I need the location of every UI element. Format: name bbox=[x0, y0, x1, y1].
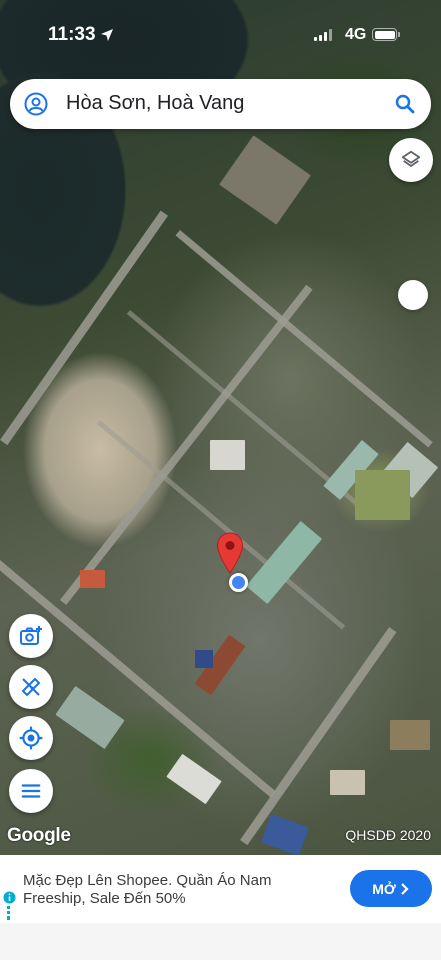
status-bar: 11:33 4G bbox=[0, 0, 441, 70]
search-icon[interactable] bbox=[393, 92, 417, 116]
menu-button[interactable] bbox=[9, 769, 53, 813]
account-icon[interactable] bbox=[24, 92, 48, 116]
bottom-panel bbox=[0, 923, 441, 960]
measure-button[interactable] bbox=[9, 665, 53, 709]
map-attribution: QHSDĐ 2020 bbox=[345, 827, 431, 843]
ad-info-icon[interactable] bbox=[3, 891, 16, 904]
my-location-button[interactable] bbox=[9, 716, 53, 760]
ad-open-button[interactable]: MỞ bbox=[350, 870, 432, 907]
my-location-icon bbox=[19, 726, 43, 750]
current-location-dot bbox=[229, 573, 248, 592]
layers-icon bbox=[401, 150, 421, 167]
ad-text[interactable]: Mặc Đẹp Lên Shopee. Quần Áo Nam Freeship… bbox=[23, 872, 323, 908]
ad-adchoices-marker bbox=[7, 906, 10, 920]
compass-button[interactable] bbox=[398, 280, 428, 310]
ad-banner[interactable]: Mặc Đẹp Lên Shopee. Quần Áo Nam Freeship… bbox=[0, 855, 441, 923]
status-time: 11:33 bbox=[48, 24, 96, 45]
camera-button[interactable] bbox=[9, 614, 53, 658]
search-bar[interactable]: Hòa Sơn, Hoà Vang bbox=[10, 79, 431, 129]
search-query[interactable]: Hòa Sơn, Hoà Vang bbox=[66, 92, 244, 115]
ruler-pencil-icon bbox=[21, 677, 41, 697]
camera-plus-icon bbox=[20, 626, 42, 645]
chevron-right-icon bbox=[401, 882, 409, 895]
google-logo: Google bbox=[7, 825, 71, 846]
signal-icon bbox=[314, 29, 334, 41]
location-arrow-icon bbox=[101, 29, 113, 41]
layers-button[interactable] bbox=[389, 138, 433, 182]
network-type: 4G bbox=[345, 26, 367, 43]
map-pin-icon[interactable] bbox=[216, 532, 244, 574]
battery-icon bbox=[372, 28, 400, 41]
ad-open-label: MỞ bbox=[372, 880, 396, 897]
menu-icon bbox=[21, 784, 41, 798]
